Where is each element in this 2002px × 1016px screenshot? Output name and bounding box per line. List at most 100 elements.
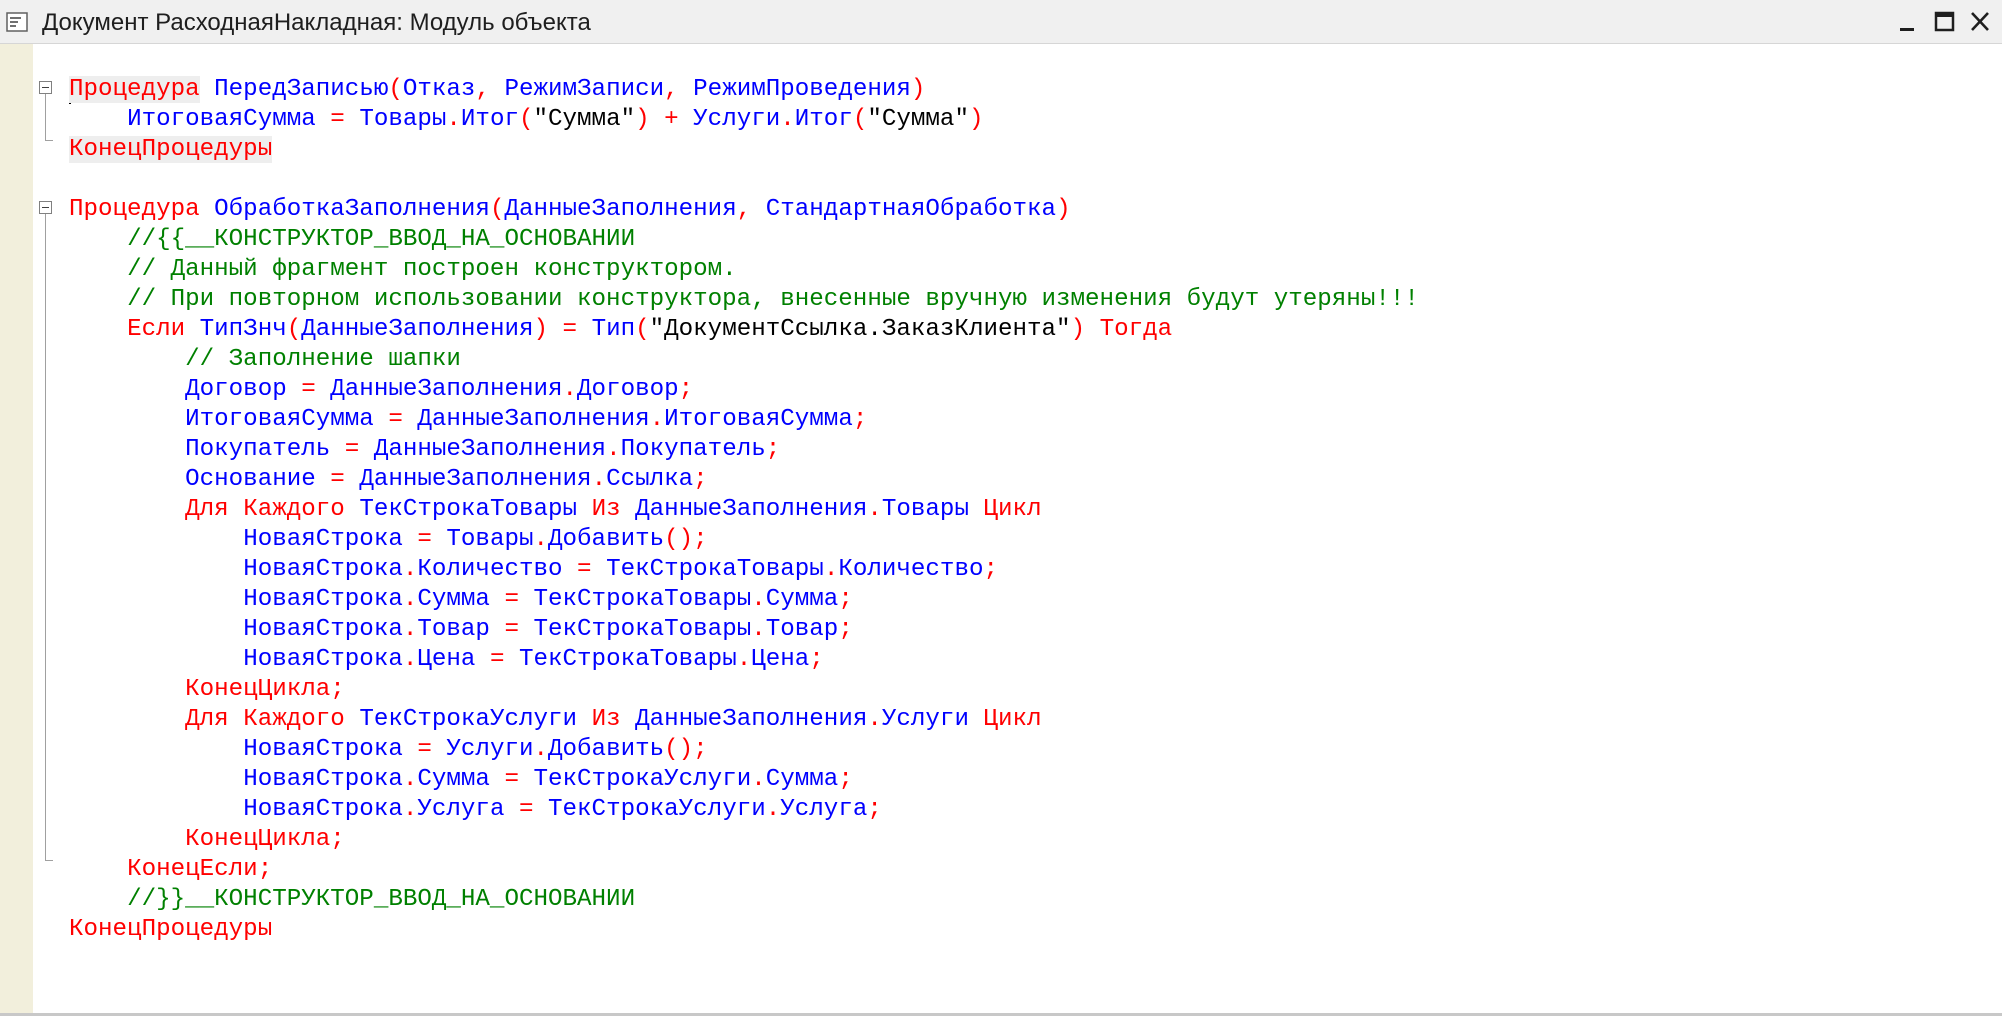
code-token: ( (518, 106, 534, 133)
code-token: Сумма (765, 586, 839, 613)
code-token: . (780, 106, 795, 133)
code-token: Процедура (69, 76, 200, 103)
code-token: . (751, 586, 766, 613)
code-token: ТекСтрокаТовары (359, 496, 578, 523)
close-icon[interactable] (1966, 10, 1994, 34)
code-token: // Заполнение шапки (185, 346, 461, 373)
code-token: ТекСтрокаУслуги (533, 766, 752, 793)
code-line[interactable]: НоваяСтрока = Услуги.Добавить(); (69, 735, 1419, 765)
code-line[interactable] (69, 165, 1419, 195)
code-line[interactable]: НоваяСтрока = Товары.Добавить(); (69, 525, 1419, 555)
code-line[interactable]: // При повторном использовании конструкт… (69, 285, 1419, 315)
code-token: НоваяСтрока (243, 526, 403, 553)
code-line[interactable]: НоваяСтрока.Товар = ТекСтрокаТовары.Това… (69, 615, 1419, 645)
fold-collapse-icon[interactable] (39, 81, 52, 94)
code-token: (); (664, 526, 708, 553)
code-line[interactable]: Процедура ПередЗаписью(Отказ, РежимЗапис… (69, 75, 1419, 105)
code-token: . (562, 376, 578, 403)
code-token: Услуга (417, 796, 505, 823)
code-editor[interactable]: Процедура ПередЗаписью(Отказ, РежимЗапис… (0, 44, 2002, 1016)
code-token: Отказ (402, 76, 476, 103)
code-token: ИтоговаяСумма (664, 406, 853, 433)
code-token: Итог (794, 106, 853, 133)
module-window: Документ РасходнаяНакладная: Модуль объе… (0, 0, 2002, 1016)
code-token: . (591, 466, 607, 493)
code-line[interactable]: КонецПроцедуры (69, 135, 1419, 165)
code-token: , (736, 196, 766, 223)
code-line[interactable]: // Данный фрагмент построен конструкторо… (69, 255, 1419, 285)
code-token: ИтоговаяСумма (185, 406, 374, 433)
code-token: = (315, 466, 360, 493)
code-token: ПередЗаписью (214, 76, 389, 103)
code-line[interactable]: Если ТипЗнч(ДанныеЗаполнения) = Тип("Док… (69, 315, 1419, 345)
code-token: Услуги (446, 736, 534, 763)
code-line[interactable]: Для Каждого ТекСтрокаУслуги Из ДанныеЗап… (69, 705, 1419, 735)
code-token: Для (185, 706, 229, 733)
code-token: . (765, 796, 781, 823)
code-token: ; (693, 466, 708, 493)
code-line[interactable]: Покупатель = ДанныеЗаполнения.Покупатель… (69, 435, 1419, 465)
code-token: КонецЦикла (185, 826, 331, 853)
code-token: Добавить (548, 736, 665, 763)
code-token: СтандартнаяОбработка (765, 196, 1057, 223)
code-token: ДанныеЗаполнения (635, 496, 868, 523)
code-line[interactable]: Процедура ОбработкаЗаполнения(ДанныеЗапо… (69, 195, 1419, 225)
code-line[interactable]: КонецЕсли; (69, 855, 1419, 885)
code-line[interactable]: НоваяСтрока.Сумма = ТекСтрокаТовары.Сумм… (69, 585, 1419, 615)
code-line[interactable]: // Заполнение шапки (69, 345, 1419, 375)
code-token: ; (678, 376, 694, 403)
code-line[interactable]: КонецЦикла; (69, 675, 1419, 705)
code-line[interactable]: Основание = ДанныеЗаполнения.Ссылка; (69, 465, 1419, 495)
code-token: = (562, 556, 607, 583)
code-line[interactable]: НоваяСтрока.Услуга = ТекСтрокаУслуги.Усл… (69, 795, 1419, 825)
code-token: Покупатель (620, 436, 766, 463)
code-token: Итог (460, 106, 519, 133)
code-token: НоваяСтрока (243, 556, 403, 583)
code-token: = (373, 406, 418, 433)
code-token: Покупатель (185, 436, 331, 463)
code-line[interactable]: КонецПроцедуры (69, 915, 1419, 945)
minimize-icon[interactable] (1894, 10, 1922, 34)
code-token: Ссылка (606, 466, 694, 493)
code-line[interactable]: Договор = ДанныеЗаполнения.Договор; (69, 375, 1419, 405)
code-token: ( (489, 196, 505, 223)
code-line[interactable]: ИтоговаяСумма = ДанныеЗаполнения.Итогова… (69, 405, 1419, 435)
code-line[interactable]: //{{__КОНСТРУКТОР_ВВОД_НА_ОСНОВАНИИ (69, 225, 1419, 255)
fold-collapse-icon[interactable] (39, 201, 52, 214)
code-token: Основание (185, 466, 316, 493)
fold-line (45, 94, 46, 140)
code-token: "Сумма" (867, 106, 969, 133)
title-bar[interactable]: Документ РасходнаяНакладная: Модуль объе… (0, 0, 2002, 44)
code-token: (); (664, 736, 708, 763)
maximize-icon[interactable] (1931, 10, 1959, 34)
code-token: ; (838, 586, 853, 613)
code-token: . (606, 436, 621, 463)
code-token: ) (533, 316, 549, 343)
code-token: = (504, 796, 549, 823)
code-line[interactable]: НоваяСтрока.Количество = ТекСтрокаТовары… (69, 555, 1419, 585)
code-line[interactable]: //}}__КОНСТРУКТОР_ВВОД_НА_ОСНОВАНИИ (69, 885, 1419, 915)
code-line[interactable]: ИтоговаяСумма = Товары.Итог("Сумма") + У… (69, 105, 1419, 135)
code-token: Каждого (243, 496, 345, 523)
code-token: Товары (881, 496, 969, 523)
code-line[interactable]: КонецЦикла; (69, 825, 1419, 855)
module-icon (6, 12, 28, 32)
code-line[interactable]: НоваяСтрока.Цена = ТекСтрокаТовары.Цена; (69, 645, 1419, 675)
code-token: Сумма (417, 586, 490, 613)
code-text[interactable]: Процедура ПередЗаписью(Отказ, РежимЗапис… (69, 75, 1419, 945)
code-line[interactable]: НоваяСтрока.Сумма = ТекСтрокаУслуги.Сумм… (69, 765, 1419, 795)
code-line[interactable]: Для Каждого ТекСтрокаТовары Из ДанныеЗап… (69, 495, 1419, 525)
code-token: // Данный фрагмент построен конструкторо… (127, 256, 737, 283)
code-token: ( (852, 106, 868, 133)
